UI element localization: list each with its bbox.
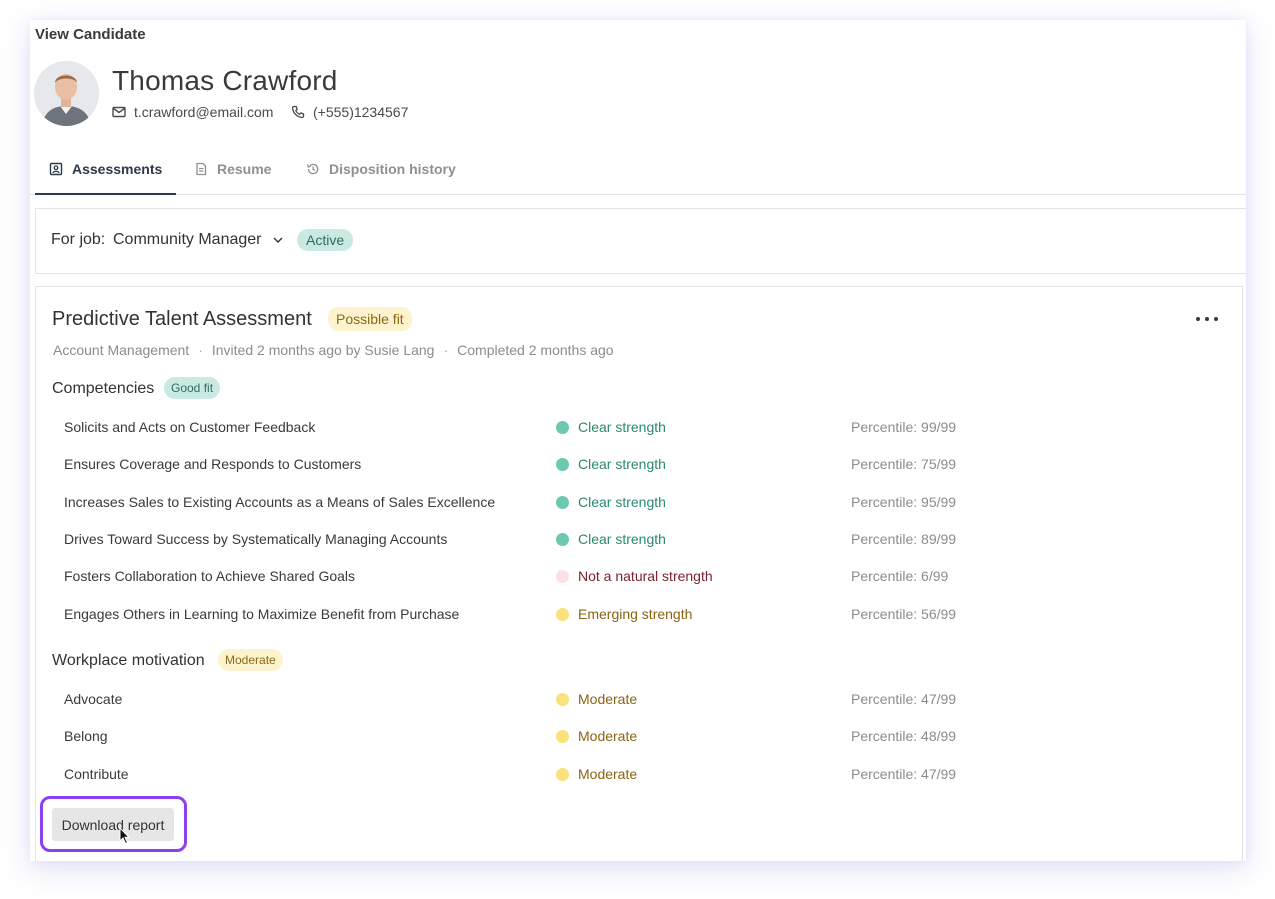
motivation-badge: Moderate	[218, 649, 283, 671]
meta-separator: ·	[198, 342, 203, 358]
status-label: Clear strength	[578, 419, 666, 435]
competency-status: Emerging strength	[556, 606, 692, 622]
meta-invited: Invited 2 months ago by Susie Lang	[211, 342, 435, 358]
meta-category: Account Management	[53, 342, 190, 358]
tab-label: Disposition history	[329, 161, 456, 177]
status-dot-icon	[556, 569, 569, 583]
competency-row: Ensures Coverage and Responds to Custome…	[64, 456, 1214, 478]
motivation-percentile: Percentile: 48/99	[851, 728, 957, 744]
download-report-button[interactable]: Download report	[52, 808, 174, 841]
status-dot-icon	[556, 532, 569, 546]
competency-row: Solicits and Acts on Customer Feedback C…	[64, 419, 1214, 441]
assessment-meta: Account Management · Invited 2 months ag…	[53, 342, 614, 358]
status-label: Emerging strength	[578, 606, 693, 622]
mouse-cursor-icon	[119, 827, 131, 845]
more-dot-icon	[1214, 317, 1218, 321]
motivation-name: Advocate	[64, 691, 123, 707]
motivation-row: Contribute Moderate Percentile: 47/99	[64, 766, 1214, 788]
competency-row: Fosters Collaboration to Achieve Shared …	[64, 568, 1214, 590]
job-name: Community Manager	[113, 231, 262, 248]
assessment-icon	[49, 162, 63, 176]
status-label: Not a natural strength	[578, 568, 713, 584]
competency-status: Clear strength	[556, 456, 666, 472]
tab-label: Resume	[217, 161, 272, 177]
tab-disposition-history[interactable]: Disposition history	[306, 144, 456, 194]
competencies-badge: Good fit	[164, 377, 221, 399]
assessment-title: Predictive Talent Assessment	[52, 308, 312, 330]
competency-percentile: Percentile: 89/99	[851, 531, 957, 547]
status-label: Clear strength	[578, 531, 666, 547]
tab-label: Assessments	[72, 161, 163, 177]
job-select[interactable]: Community Manager	[113, 231, 284, 249]
tab-resume[interactable]: Resume	[194, 144, 271, 194]
competency-percentile: Percentile: 99/99	[851, 419, 957, 435]
status-label: Moderate	[578, 766, 638, 782]
more-dot-icon	[1205, 317, 1209, 321]
chevron-down-icon	[273, 237, 282, 243]
meta-separator: ·	[443, 342, 449, 358]
status-label: Clear strength	[578, 494, 666, 510]
phone-text: (+555)1234567	[313, 104, 409, 120]
meta-completed: Completed 2 months ago	[457, 342, 614, 358]
assessment-card: Predictive Talent Assessment Possible fi…	[35, 286, 1243, 861]
competency-row: Engages Others in Learning to Maximize B…	[64, 606, 1214, 628]
motivation-name: Belong	[64, 728, 108, 744]
fit-badge: Possible fit	[328, 307, 412, 331]
status-dot-icon	[556, 692, 569, 706]
status-label: Clear strength	[578, 456, 666, 472]
candidate-window: View Candidate Thomas Crawford t.crawfor…	[30, 20, 1246, 861]
job-label: For job:	[51, 231, 106, 248]
tab-assessments[interactable]: Assessments	[34, 144, 177, 195]
history-icon	[306, 163, 319, 175]
candidate-name: Thomas Crawford	[112, 65, 338, 96]
email-text: t.crawford@email.com	[134, 104, 274, 120]
competency-percentile: Percentile: 56/99	[851, 606, 957, 622]
motivation-percentile: Percentile: 47/99	[851, 766, 957, 782]
competency-percentile: Percentile: 75/99	[851, 456, 957, 472]
competency-status: Not a natural strength	[556, 568, 713, 584]
motivation-status: Moderate	[556, 766, 637, 782]
competency-name: Ensures Coverage and Responds to Custome…	[64, 456, 362, 472]
motivation-title: Workplace motivation	[52, 652, 205, 669]
motivation-status: Moderate	[556, 691, 637, 707]
job-card: For job: Community Manager Active	[35, 208, 1246, 274]
competency-row: Increases Sales to Existing Accounts as …	[64, 494, 1214, 516]
status-label: Moderate	[578, 728, 638, 744]
job-status-badge: Active	[297, 229, 354, 251]
mail-icon	[112, 106, 126, 118]
status-dot-icon	[556, 420, 569, 434]
contact-phone[interactable]: (+555)1234567	[291, 104, 408, 120]
competency-status: Clear strength	[556, 494, 666, 510]
status-dot-icon	[556, 767, 569, 781]
status-dot-icon	[556, 457, 569, 471]
tab-bar: Assessments Resume Disposition history	[30, 144, 1246, 195]
competency-name: Engages Others in Learning to Maximize B…	[64, 606, 460, 622]
more-options-button[interactable]	[1196, 311, 1218, 327]
more-dot-icon	[1196, 317, 1200, 321]
competencies-title: Competencies	[52, 380, 155, 397]
competency-name: Fosters Collaboration to Achieve Shared …	[64, 568, 356, 584]
motivation-name: Contribute	[64, 766, 129, 782]
motivation-status: Moderate	[556, 728, 637, 744]
contact-email[interactable]: t.crawford@email.com	[112, 104, 273, 120]
phone-icon	[291, 105, 305, 119]
motivation-row: Belong Moderate Percentile: 48/99	[64, 728, 1214, 750]
document-icon	[196, 162, 207, 176]
motivation-row: Advocate Moderate Percentile: 47/99	[64, 691, 1214, 713]
competency-status: Clear strength	[556, 419, 666, 435]
competency-name: Solicits and Acts on Customer Feedback	[64, 419, 316, 435]
status-label: Moderate	[578, 691, 638, 707]
competency-name: Increases Sales to Existing Accounts as …	[64, 494, 496, 510]
competency-percentile: Percentile: 95/99	[851, 494, 957, 510]
status-dot-icon	[556, 495, 569, 509]
status-dot-icon	[556, 607, 569, 621]
status-dot-icon	[556, 729, 569, 743]
window-title: View Candidate	[35, 26, 146, 43]
competency-name: Drives Toward Success by Systematically …	[64, 531, 448, 547]
competency-percentile: Percentile: 6/99	[851, 568, 949, 584]
competency-status: Clear strength	[556, 531, 666, 547]
competency-row: Drives Toward Success by Systematically …	[64, 531, 1214, 553]
avatar	[34, 61, 99, 126]
motivation-percentile: Percentile: 47/99	[851, 691, 957, 707]
